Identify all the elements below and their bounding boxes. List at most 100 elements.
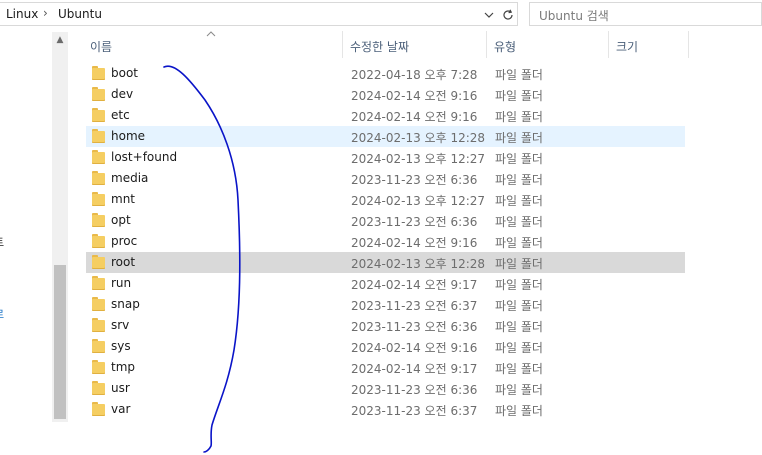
file-name[interactable]: opt [111, 213, 131, 227]
file-row[interactable]: opt 2023-11-23 오전 6:36 파일 폴더 [86, 210, 685, 231]
file-type: 파일 폴더 [495, 383, 543, 397]
column-type[interactable]: 유형 [494, 38, 516, 55]
column-divider[interactable] [342, 31, 343, 58]
scroll-up-icon[interactable]: ▲ [55, 35, 65, 45]
folder-icon [92, 213, 105, 227]
folder-icon [92, 108, 105, 122]
file-type: 파일 폴더 [495, 404, 543, 418]
file-name[interactable]: var [111, 402, 130, 416]
file-row[interactable]: boot 2022-04-18 오후 7:28 파일 폴더 [86, 63, 685, 84]
file-row[interactable]: tmp 2024-02-14 오전 9:17 파일 폴더 [86, 357, 685, 378]
file-type: 파일 폴더 [495, 236, 543, 250]
column-header: 이름 수정한 날짜 유형 크기 [68, 29, 762, 59]
file-type: 파일 폴더 [495, 278, 543, 292]
column-size[interactable]: 크기 [616, 38, 638, 55]
nav-item-fragment[interactable]: 트 [0, 234, 4, 250]
file-row[interactable]: var 2023-11-23 오전 6:37 파일 폴더 [86, 399, 685, 420]
file-name[interactable]: root [111, 255, 135, 269]
file-row[interactable]: root 2024-02-13 오후 12:28 파일 폴더 [86, 252, 685, 273]
file-modified-date: 2024-02-14 오전 9:17 [351, 362, 478, 376]
file-name[interactable]: lost+found [111, 150, 177, 164]
folder-icon [92, 318, 105, 332]
nav-item-fragment[interactable]: 로 [0, 306, 4, 322]
folder-icon [92, 66, 105, 80]
file-type: 파일 폴더 [495, 89, 543, 103]
file-name[interactable]: home [111, 129, 145, 143]
file-type: 파일 폴더 [495, 341, 543, 355]
file-row[interactable]: srv 2023-11-23 오전 6:36 파일 폴더 [86, 315, 685, 336]
file-name[interactable]: mnt [111, 192, 135, 206]
file-type: 파일 폴더 [495, 131, 543, 145]
breadcrumb-ubuntu[interactable]: Ubuntu [58, 7, 102, 21]
file-modified-date: 2024-02-13 오후 12:27 [351, 152, 486, 166]
column-name[interactable]: 이름 [90, 38, 112, 55]
file-name[interactable]: boot [111, 66, 138, 80]
file-modified-date: 2022-04-18 오후 7:28 [351, 68, 478, 82]
file-name[interactable]: usr [111, 381, 130, 395]
folder-icon [92, 276, 105, 290]
breadcrumb-linux[interactable]: Linux [6, 7, 38, 21]
chevron-down-icon[interactable] [480, 6, 497, 23]
file-row[interactable]: mnt 2024-02-13 오후 12:27 파일 폴더 [86, 189, 685, 210]
file-modified-date: 2023-11-23 오전 6:36 [351, 383, 478, 397]
column-divider[interactable] [688, 31, 689, 58]
file-row[interactable]: lost+found 2024-02-13 오후 12:27 파일 폴더 [86, 147, 685, 168]
search-box[interactable]: Ubuntu 검색 [529, 2, 762, 26]
nav-scrollbar[interactable]: ▲ [52, 32, 68, 422]
scrollbar-thumb[interactable] [54, 265, 66, 419]
folder-icon [92, 129, 105, 143]
folder-icon [92, 87, 105, 101]
folder-icon [92, 171, 105, 185]
folder-icon [92, 402, 105, 416]
file-name[interactable]: snap [111, 297, 140, 311]
file-type: 파일 폴더 [495, 110, 543, 124]
file-name[interactable]: tmp [111, 360, 135, 374]
file-name[interactable]: dev [111, 87, 133, 101]
file-name[interactable]: srv [111, 318, 129, 332]
column-divider[interactable] [486, 31, 487, 58]
file-row[interactable]: snap 2023-11-23 오전 6:37 파일 폴더 [86, 294, 685, 315]
file-type: 파일 폴더 [495, 215, 543, 229]
file-modified-date: 2023-11-23 오전 6:36 [351, 320, 478, 334]
top-bar: Linux › Ubuntu Ubuntu 검색 [0, 0, 762, 29]
file-type: 파일 폴더 [495, 152, 543, 166]
column-divider[interactable] [608, 31, 609, 58]
folder-icon [92, 255, 105, 269]
file-row[interactable]: proc 2024-02-14 오전 9:16 파일 폴더 [86, 231, 685, 252]
file-row[interactable]: run 2024-02-14 오전 9:17 파일 폴더 [86, 273, 685, 294]
file-row[interactable]: etc 2024-02-14 오전 9:16 파일 폴더 [86, 105, 685, 126]
file-type: 파일 폴더 [495, 362, 543, 376]
folder-icon [92, 234, 105, 248]
file-row[interactable]: media 2023-11-23 오전 6:36 파일 폴더 [86, 168, 685, 189]
file-modified-date: 2024-02-14 오전 9:16 [351, 341, 478, 355]
file-modified-date: 2024-02-13 오후 12:28 [351, 131, 486, 145]
file-name[interactable]: media [111, 171, 148, 185]
column-date[interactable]: 수정한 날짜 [350, 38, 409, 55]
file-name[interactable]: sys [111, 339, 131, 353]
breadcrumb-separator: › [43, 6, 48, 20]
folder-icon [92, 360, 105, 374]
file-row[interactable]: usr 2023-11-23 오전 6:36 파일 폴더 [86, 378, 685, 399]
file-type: 파일 폴더 [495, 320, 543, 334]
folder-icon [92, 297, 105, 311]
file-row[interactable]: sys 2024-02-14 오전 9:16 파일 폴더 [86, 336, 685, 357]
folder-icon [92, 381, 105, 395]
address-bar[interactable]: Linux › Ubuntu [0, 2, 518, 26]
file-type: 파일 폴더 [495, 299, 543, 313]
file-modified-date: 2023-11-23 오전 6:37 [351, 299, 478, 313]
file-list: boot 2022-04-18 오후 7:28 파일 폴더 dev 2024-02-14… [86, 63, 686, 420]
search-placeholder: Ubuntu 검색 [539, 9, 609, 23]
file-modified-date: 2024-02-14 오전 9:16 [351, 110, 478, 124]
navigation-pane: 트 로 [0, 29, 52, 429]
refresh-icon[interactable] [499, 6, 516, 23]
file-name[interactable]: run [111, 276, 131, 290]
file-modified-date: 2024-02-14 오전 9:16 [351, 89, 478, 103]
file-name[interactable]: etc [111, 108, 130, 122]
file-name[interactable]: proc [111, 234, 137, 248]
file-type: 파일 폴더 [495, 68, 543, 82]
sort-ascending-icon [206, 29, 216, 40]
file-modified-date: 2024-02-14 오전 9:17 [351, 278, 478, 292]
file-row[interactable]: home 2024-02-13 오후 12:28 파일 폴더 [86, 126, 685, 147]
file-modified-date: 2023-11-23 오전 6:37 [351, 404, 478, 418]
file-row[interactable]: dev 2024-02-14 오전 9:16 파일 폴더 [86, 84, 685, 105]
